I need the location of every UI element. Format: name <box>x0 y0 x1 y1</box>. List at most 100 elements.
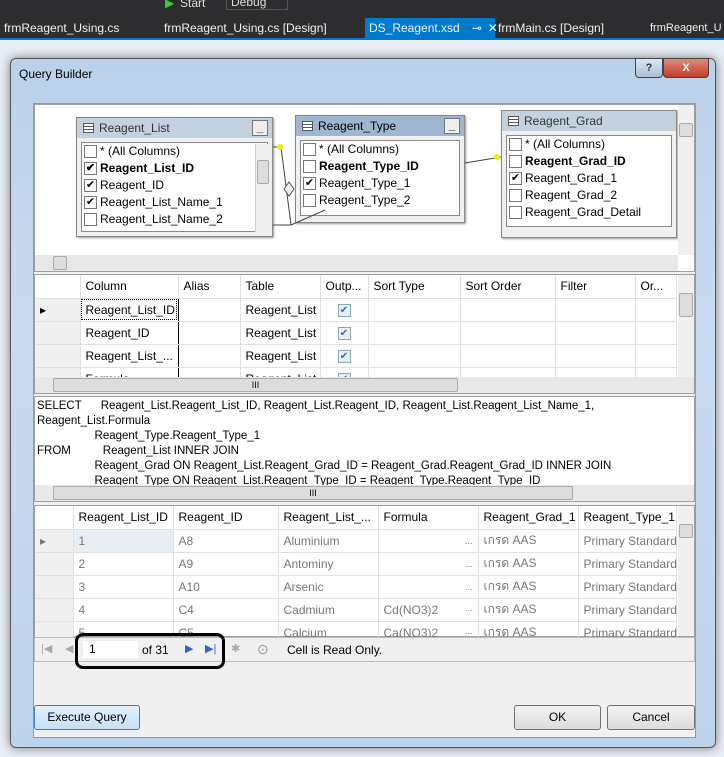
criteria-column-header[interactable]: Column <box>80 275 179 299</box>
help-button[interactable]: ? <box>635 58 663 78</box>
results-cell[interactable]: ... <box>378 575 479 599</box>
criteria-column-header[interactable]: Table <box>240 275 321 299</box>
criteria-column-header[interactable]: Alias <box>178 275 241 299</box>
ok-button[interactable]: OK <box>514 705 601 730</box>
record-navigator: |◀ ◀ 1 of 31 ▶ ▶| ✱ ⊙ Cell is Read Only. <box>34 633 695 669</box>
criteria-header-row: Column Alias Table Outp... Sort Type Sort Ord… <box>35 275 677 299</box>
results-cell[interactable]: เกรด AAS <box>478 575 579 599</box>
sql-line: Reagent_Type.Reagent_Type_1 <box>37 430 261 442</box>
start-button[interactable]: Start <box>180 0 205 10</box>
sql-pane[interactable]: SELECT Reagent_List.Reagent_List_ID, Rea… <box>34 396 695 502</box>
output-checkbox[interactable]: ✔ <box>320 298 369 322</box>
diagram-horizontal-scrollbar[interactable] <box>35 255 678 271</box>
close-button[interactable]: X <box>663 58 709 78</box>
criteria-column-header[interactable]: Sort Order <box>460 275 556 299</box>
results-cell[interactable]: Primary Standard <box>578 598 677 622</box>
row-header[interactable] <box>35 552 74 576</box>
previous-record-icon[interactable]: ◀ <box>65 642 73 655</box>
sql-horizontal-scrollbar[interactable]: III <box>35 485 694 501</box>
alias-cell[interactable] <box>178 344 241 368</box>
output-checkbox[interactable]: ✔ <box>320 321 369 345</box>
results-cell[interactable]: ... <box>378 529 479 553</box>
output-checkbox[interactable]: ✔ <box>320 344 369 368</box>
results-cell[interactable]: เกรด AAS <box>478 598 579 622</box>
results-row[interactable]: 2 A9 Antominy... เกรด AAS Primary Standard <box>35 552 677 576</box>
new-record-icon[interactable]: ✱ <box>231 642 240 655</box>
tab-ds-reagent-xsd[interactable]: DS_Reagent.xsd ⊸ ✕ <box>365 18 498 38</box>
document-tabs: frmReagent_Using.cs frmReagent_Using.cs … <box>0 18 724 38</box>
results-cell[interactable]: เกรด AAS <box>478 552 579 576</box>
row-header[interactable] <box>35 575 74 599</box>
results-row[interactable]: 4 C4 Cadmium Cd(NO3)2... เกรด AAS Primary Sta… <box>35 598 677 622</box>
results-column-header[interactable]: Reagent_Grad_1 <box>478 506 579 530</box>
results-cell[interactable]: Primary Standard <box>578 529 677 553</box>
pin-icon[interactable]: ⊸ <box>472 21 482 35</box>
results-column-header[interactable]: Reagent_Type_1 <box>578 506 677 530</box>
criteria-pane[interactable]: Column Alias Table Outp... Sort Type Sort Ord… <box>34 274 695 394</box>
row-header[interactable] <box>35 598 74 622</box>
tab-frmreagent-using-cs[interactable]: frmReagent_Using.cs <box>0 18 123 38</box>
results-row[interactable]: ▸ 1 A8 Aluminium... เกรด AAS Primary Standard <box>35 529 677 553</box>
diagram-pane[interactable]: Reagent_List _ * (All Columns) ✔ Reagent_Li… <box>34 104 695 272</box>
dialog-title: Query Builder <box>19 67 93 81</box>
results-cell[interactable]: Cd(NO3)2... <box>378 598 479 622</box>
config-select[interactable]: Debug <box>226 0 288 10</box>
table-cell[interactable]: Reagent_List <box>240 298 321 322</box>
row-header <box>35 275 81 299</box>
criteria-row[interactable]: Reagent_ID Reagent_List ✔ <box>35 321 677 345</box>
results-cell[interactable]: Primary Standard <box>578 575 677 599</box>
results-cell[interactable]: 1 <box>73 529 174 553</box>
column-cell[interactable]: Reagent_ID <box>80 321 179 345</box>
column-cell[interactable]: Reagent_List_... <box>80 344 179 368</box>
row-header[interactable] <box>35 321 81 345</box>
results-column-header[interactable]: Reagent_ID <box>173 506 279 530</box>
criteria-column-header[interactable]: Outp... <box>320 275 369 299</box>
diagram-vertical-scrollbar[interactable] <box>678 105 694 255</box>
column-cell[interactable]: Reagent_List_ID <box>80 298 179 322</box>
criteria-row[interactable]: Reagent_List_... Reagent_List ✔ <box>35 344 677 368</box>
alias-cell[interactable] <box>178 321 241 345</box>
table-cell[interactable]: Reagent_List <box>240 321 321 345</box>
tab-frmreagent-using-design[interactable]: frmReagent_Using.cs [Design] <box>160 18 331 38</box>
results-pane[interactable]: Reagent_List_ID Reagent_ID Reagent_List_..… <box>34 505 695 645</box>
criteria-column-header[interactable]: Filter <box>555 275 636 299</box>
results-cell[interactable]: A9 <box>173 552 279 576</box>
criteria-column-header[interactable]: Sort Type <box>368 275 461 299</box>
results-cell[interactable]: 3 <box>73 575 174 599</box>
first-record-icon[interactable]: |◀ <box>41 642 52 655</box>
results-cell[interactable]: 4 <box>73 598 174 622</box>
ide-toolbar: ▶ Start Debug <box>0 0 724 18</box>
results-cell[interactable]: A10 <box>173 575 279 599</box>
results-cell[interactable]: เกรด AAS <box>478 529 579 553</box>
start-icon[interactable]: ▶ <box>165 0 174 10</box>
results-cell[interactable]: Primary Standard <box>578 552 677 576</box>
tab-frmmain-design[interactable]: frmMain.cs [Design] <box>494 18 608 38</box>
results-cell[interactable]: Aluminium <box>278 529 379 553</box>
row-header[interactable] <box>35 344 81 368</box>
results-cell[interactable]: Arsenic <box>278 575 379 599</box>
results-cell[interactable]: Antominy <box>278 552 379 576</box>
cancel-button[interactable]: Cancel <box>607 705 695 730</box>
criteria-vertical-scrollbar[interactable] <box>678 275 694 377</box>
table-cell[interactable]: Reagent_List <box>240 344 321 368</box>
row-header[interactable]: ▸ <box>35 529 74 553</box>
results-column-header[interactable]: Reagent_List_... <box>278 506 379 530</box>
results-vertical-scrollbar[interactable] <box>678 506 694 636</box>
query-builder-dialog: Query Builder ? X Reagent_List _ * (All C… <box>10 58 716 748</box>
results-cell[interactable]: Cadmium <box>278 598 379 622</box>
results-row[interactable]: 3 A10 Arsenic... เกรด AAS Primary Standard <box>35 575 677 599</box>
results-column-header[interactable]: Formula <box>378 506 479 530</box>
results-cell[interactable]: A8 <box>173 529 279 553</box>
criteria-row[interactable]: ▸ Reagent_List_ID Reagent_List ✔ <box>35 298 677 322</box>
criteria-horizontal-scrollbar[interactable]: III <box>35 377 694 393</box>
results-cell[interactable]: C4 <box>173 598 279 622</box>
tab-frmreagent-u[interactable]: frmReagent_U <box>648 18 724 38</box>
results-column-header[interactable]: Reagent_List_ID <box>73 506 174 530</box>
alias-cell[interactable] <box>178 298 241 322</box>
results-cell[interactable]: ... <box>378 552 479 576</box>
results-cell[interactable]: 2 <box>73 552 174 576</box>
execute-query-button[interactable]: Execute Query <box>34 705 140 730</box>
row-header[interactable]: ▸ <box>35 298 81 322</box>
stop-icon[interactable]: ⊙ <box>257 641 269 658</box>
criteria-column-header[interactable]: Or... <box>635 275 677 299</box>
